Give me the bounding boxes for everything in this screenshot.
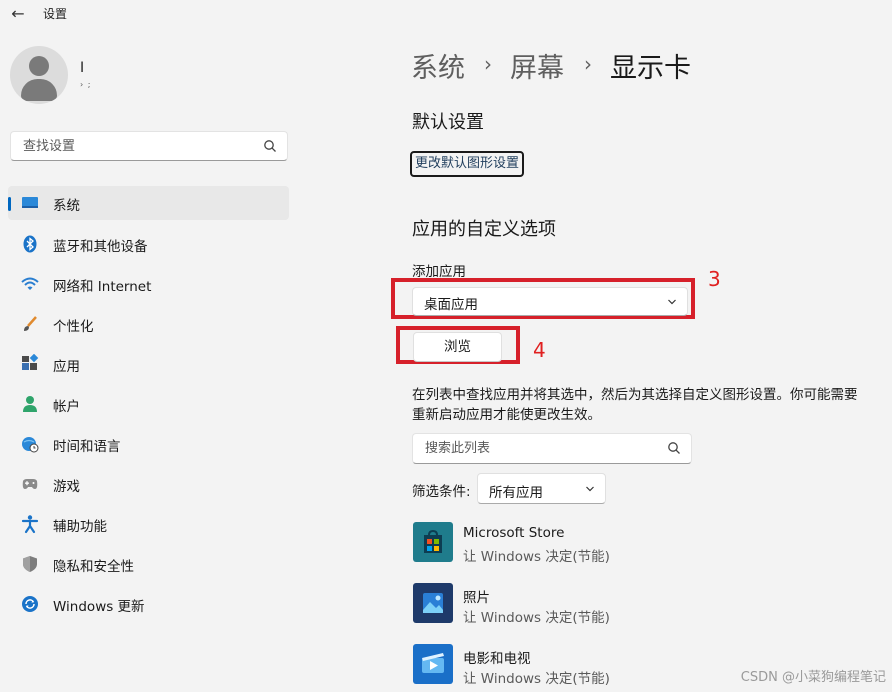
annotation-label-4: 4 [533,338,546,362]
window-title: 设置 [43,7,68,21]
bluetooth-icon [23,235,37,253]
selection-indicator [8,197,11,211]
breadcrumb-separator: › [584,52,592,76]
sidebar-item-network[interactable]: 网络和 Internet [8,267,289,301]
accessibility-icon [21,515,39,534]
default-settings-heading: 默认设置 [412,112,484,133]
sidebar-item-system[interactable]: 系统 [8,186,289,220]
settings-search-box[interactable] [10,131,288,161]
settings-search-input[interactable] [21,138,255,155]
watermark: CSDN @小菜狗编程笔记 [740,670,886,685]
app-list-description: 在列表中查找应用并将其选中，然后为其选择自定义图形设置。你可能需要重新启动应用才… [412,387,858,423]
filter-label: 筛选条件: [412,484,471,500]
sidebar-item-label: 系统 [53,198,80,214]
user-name: I [80,60,85,76]
app-name: 照片 [463,590,490,606]
globe-clock-icon [22,437,39,453]
sidebar-item-windows-update[interactable]: Windows 更新 [8,587,289,621]
annotation-label-3: 3 [708,267,721,291]
gamepad-icon [22,479,38,489]
sidebar-item-label: 个性化 [53,319,94,335]
breadcrumb-display[interactable]: 屏幕 [510,46,564,85]
sidebar-item-label: 时间和语言 [53,439,121,455]
sidebar-item-label: 蓝牙和其他设备 [53,239,148,255]
store-icon [413,522,453,562]
sidebar-item-time-language[interactable]: 时间和语言 [8,427,289,461]
shield-icon [23,556,37,572]
custom-options-heading: 应用的自定义选项 [412,219,556,240]
sidebar-item-accounts[interactable]: 帐户 [8,387,289,421]
app-setting: 让 Windows 决定(节能) [463,549,610,565]
filter-value: 所有应用 [489,485,543,501]
chevron-down-icon [586,486,594,492]
breadcrumb-separator: › [484,52,492,76]
filter-dropdown[interactable]: 所有应用 [477,473,606,504]
sidebar-item-label: 应用 [53,359,80,375]
chevron-down-icon [668,299,676,305]
add-app-type-dropdown[interactable]: 桌面应用 [412,287,688,316]
app-list-search-input[interactable] [423,440,657,457]
person-icon [23,396,37,412]
sidebar-item-label: 游戏 [53,479,80,495]
page-title: 显示卡 [610,53,691,84]
app-name: Microsoft Store [463,525,565,541]
sidebar-item-label: 辅助功能 [53,519,107,535]
sidebar-item-gaming[interactable]: 游戏 [8,467,289,501]
movies-icon [413,644,453,684]
avatar[interactable] [10,46,68,104]
sidebar-item-apps[interactable]: 应用 [8,347,289,381]
sidebar-item-label: 网络和 Internet [53,279,152,295]
app-setting: 让 Windows 决定(节能) [463,610,610,626]
browse-button[interactable]: 浏览 [413,332,502,362]
monitor-icon [22,197,38,208]
sidebar-item-personalization[interactable]: 个性化 [8,307,289,341]
app-name: 电影和电视 [463,651,531,667]
sidebar-item-label: 帐户 [53,399,80,415]
sidebar-item-accessibility[interactable]: 辅助功能 [8,507,289,541]
list-item[interactable]: Microsoft Store 让 Windows 决定(节能) [405,518,855,568]
sidebar-item-label: Windows 更新 [53,599,145,615]
add-app-label: 添加应用 [412,264,466,280]
add-app-type-value: 桌面应用 [424,297,478,313]
change-default-graphics-link[interactable]: 更改默认图形设置 [410,151,525,177]
apps-icon [22,354,39,370]
breadcrumb-system[interactable]: 系统 [411,46,465,85]
photos-icon [413,583,453,623]
sidebar-item-label: 隐私和安全性 [53,559,134,575]
app-list-search-box[interactable] [412,433,692,464]
list-item[interactable]: 照片 让 Windows 决定(节能) [405,579,855,629]
user-email: › ; [80,80,92,89]
back-arrow-icon[interactable]: ← [8,4,28,24]
sidebar-item-bluetooth[interactable]: 蓝牙和其他设备 [8,227,289,261]
search-icon[interactable] [263,139,277,153]
update-icon [22,596,38,612]
wifi-icon [21,277,39,290]
sidebar-item-privacy[interactable]: 隐私和安全性 [8,547,289,581]
search-icon[interactable] [667,441,681,455]
app-setting: 让 Windows 决定(节能) [463,671,610,687]
brush-icon [24,316,37,331]
